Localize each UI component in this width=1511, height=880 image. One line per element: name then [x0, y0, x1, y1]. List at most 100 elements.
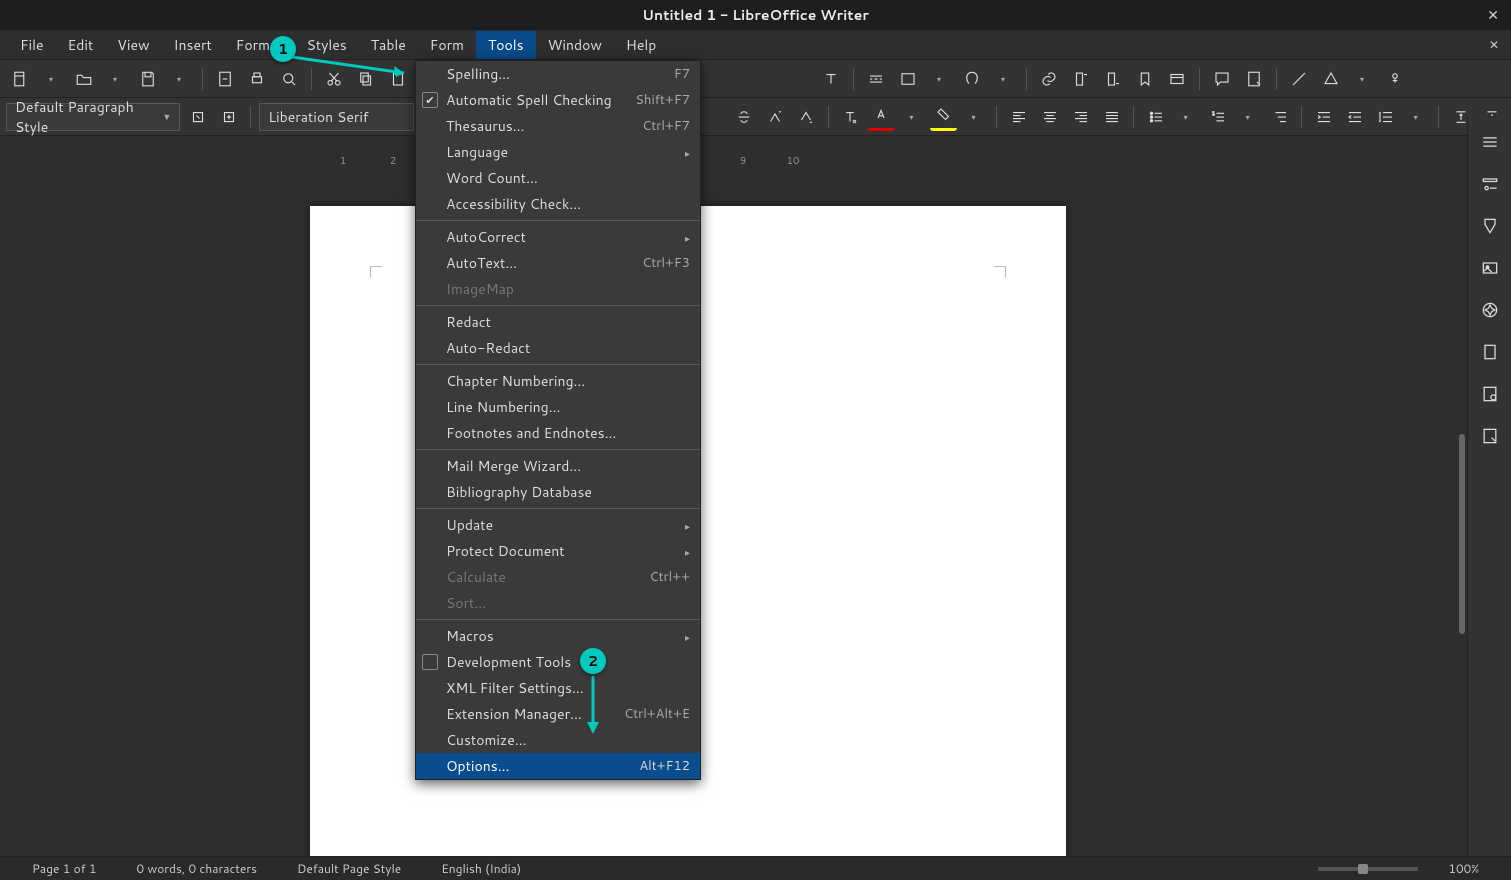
- hyperlink-icon[interactable]: [1035, 65, 1063, 93]
- menu-item-development-tools[interactable]: Development Tools: [416, 649, 700, 675]
- open-icon[interactable]: [70, 65, 98, 93]
- new-style-icon[interactable]: [215, 103, 242, 131]
- highlight-color-dropdown[interactable]: [961, 103, 988, 131]
- menu-item-thesaurus[interactable]: Thesaurus...Ctrl+F7: [416, 113, 700, 139]
- menu-tools[interactable]: Tools: [476, 31, 536, 59]
- align-justify-icon[interactable]: [1098, 103, 1125, 131]
- menu-item-protect-document[interactable]: Protect Document: [416, 538, 700, 564]
- zoom-slider[interactable]: [1318, 867, 1418, 871]
- track-changes-icon[interactable]: [1240, 65, 1268, 93]
- font-name-combo[interactable]: Liberation Serif: [259, 103, 414, 131]
- numbered-list-icon[interactable]: 1: [1204, 103, 1231, 131]
- draw-functions-icon[interactable]: [1381, 65, 1409, 93]
- insert-field-icon[interactable]: [894, 65, 922, 93]
- basic-shapes-icon[interactable]: [1317, 65, 1345, 93]
- menu-item-bibliography-database[interactable]: Bibliography Database: [416, 479, 700, 505]
- line-spacing-icon[interactable]: [1372, 103, 1399, 131]
- bookmark-icon[interactable]: [1131, 65, 1159, 93]
- menu-item-automatic-spell-checking[interactable]: ✔Automatic Spell CheckingShift+F7: [416, 87, 700, 113]
- menu-item-chapter-numbering[interactable]: Chapter Numbering...: [416, 368, 700, 394]
- font-color-icon[interactable]: [868, 103, 895, 131]
- align-center-icon[interactable]: [1036, 103, 1063, 131]
- numbered-list-dropdown[interactable]: [1235, 103, 1262, 131]
- subscript-icon[interactable]: [793, 103, 820, 131]
- menu-item-autotext[interactable]: AutoText...Ctrl+F3: [416, 250, 700, 276]
- bullet-list-icon[interactable]: [1142, 103, 1169, 131]
- outline-icon[interactable]: [1266, 103, 1293, 131]
- menu-item-label: Footnotes and Endnotes...: [446, 423, 690, 443]
- menu-item-word-count[interactable]: Word Count...: [416, 165, 700, 191]
- menu-item-mail-merge-wizard[interactable]: Mail Merge Wizard...: [416, 453, 700, 479]
- save-dropdown[interactable]: [166, 65, 194, 93]
- status-page-style[interactable]: Default Page Style: [277, 860, 421, 877]
- document-close-icon[interactable]: ✕: [1489, 36, 1499, 53]
- align-right-icon[interactable]: [1067, 103, 1094, 131]
- comment-icon[interactable]: [1208, 65, 1236, 93]
- print-icon[interactable]: [243, 65, 271, 93]
- status-page[interactable]: Page 1 of 1: [12, 860, 116, 877]
- menu-view[interactable]: View: [105, 31, 161, 59]
- increase-indent-icon[interactable]: [1310, 103, 1337, 131]
- menu-window[interactable]: Window: [536, 31, 614, 59]
- special-char-dropdown[interactable]: [990, 65, 1018, 93]
- superscript-icon[interactable]: [762, 103, 789, 131]
- menu-item-customize[interactable]: Customize...: [416, 727, 700, 753]
- sidebar-manage-changes-icon[interactable]: [1476, 422, 1504, 450]
- window-close-icon[interactable]: ✕: [1487, 5, 1499, 25]
- sidebar-page-icon[interactable]: [1476, 338, 1504, 366]
- save-icon[interactable]: [134, 65, 162, 93]
- page-break-icon[interactable]: [862, 65, 890, 93]
- vertical-scrollbar[interactable]: [1459, 434, 1465, 634]
- menu-item-accessibility-check[interactable]: Accessibility Check...: [416, 191, 700, 217]
- menu-item-redact[interactable]: Redact: [416, 309, 700, 335]
- line-spacing-dropdown[interactable]: [1403, 103, 1430, 131]
- font-color-dropdown[interactable]: [899, 103, 926, 131]
- new-doc-dropdown[interactable]: [38, 65, 66, 93]
- status-language[interactable]: English (India): [421, 860, 541, 877]
- status-zoom[interactable]: 100%: [1428, 860, 1499, 877]
- menu-item-accelerator: F7: [674, 65, 690, 83]
- special-char-icon[interactable]: [958, 65, 986, 93]
- clear-formatting-icon[interactable]: [837, 103, 864, 131]
- menu-item-extension-manager[interactable]: Extension Manager...Ctrl+Alt+E: [416, 701, 700, 727]
- export-pdf-icon[interactable]: [211, 65, 239, 93]
- menu-item-line-numbering[interactable]: Line Numbering...: [416, 394, 700, 420]
- sidebar-properties-icon[interactable]: [1476, 170, 1504, 198]
- textbox-icon[interactable]: [817, 65, 845, 93]
- open-dropdown[interactable]: [102, 65, 130, 93]
- sidebar-navigator-icon[interactable]: [1476, 296, 1504, 324]
- menu-item-autocorrect[interactable]: AutoCorrect: [416, 224, 700, 250]
- status-word-count[interactable]: 0 words, 0 characters: [116, 860, 277, 877]
- highlight-color-icon[interactable]: [930, 103, 957, 131]
- menu-help[interactable]: Help: [614, 31, 668, 59]
- menu-item-macros[interactable]: Macros: [416, 623, 700, 649]
- cross-reference-icon[interactable]: [1163, 65, 1191, 93]
- new-doc-icon[interactable]: [6, 65, 34, 93]
- menu-item-language[interactable]: Language: [416, 139, 700, 165]
- menu-insert[interactable]: Insert: [162, 31, 224, 59]
- endnote-icon[interactable]: [1099, 65, 1127, 93]
- paragraph-style-combo[interactable]: Default Paragraph Style ▼: [6, 103, 180, 131]
- update-style-icon[interactable]: [184, 103, 211, 131]
- menu-edit[interactable]: Edit: [56, 31, 106, 59]
- decrease-indent-icon[interactable]: [1341, 103, 1368, 131]
- menu-form[interactable]: Form: [418, 31, 476, 59]
- align-left-icon[interactable]: [1005, 103, 1032, 131]
- bullet-list-dropdown[interactable]: [1173, 103, 1200, 131]
- basic-shapes-dropdown[interactable]: [1349, 65, 1377, 93]
- menu-item-spelling[interactable]: Spelling...F7: [416, 61, 700, 87]
- sidebar-gallery-icon[interactable]: [1476, 254, 1504, 282]
- insert-field-dropdown[interactable]: [926, 65, 954, 93]
- sidebar-styles-icon[interactable]: [1476, 212, 1504, 240]
- strikethrough-icon[interactable]: [731, 103, 758, 131]
- menu-item-options[interactable]: Options...Alt+F12: [416, 753, 700, 779]
- sidebar-style-inspector-icon[interactable]: [1476, 380, 1504, 408]
- menu-item-update[interactable]: Update: [416, 512, 700, 538]
- menu-item-footnotes-and-endnotes[interactable]: Footnotes and Endnotes...: [416, 420, 700, 446]
- sidebar-menu-icon[interactable]: [1476, 128, 1504, 156]
- menu-file[interactable]: File: [8, 31, 56, 59]
- footnote-icon[interactable]: [1067, 65, 1095, 93]
- menu-item-auto-redact[interactable]: Auto-Redact: [416, 335, 700, 361]
- line-icon[interactable]: [1285, 65, 1313, 93]
- menu-item-xml-filter-settings[interactable]: XML Filter Settings...: [416, 675, 700, 701]
